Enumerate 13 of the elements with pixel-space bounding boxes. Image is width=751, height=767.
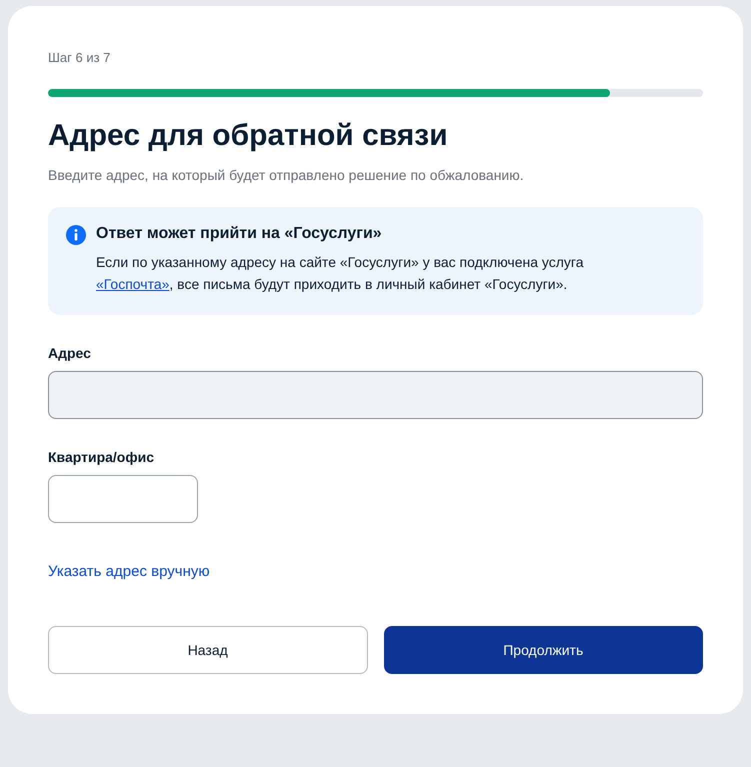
field-label: Адрес (48, 345, 92, 361)
apartment-field[interactable] (48, 475, 198, 523)
back-button[interactable]: Назад (48, 626, 368, 674)
continue-button[interactable]: Продолжить (384, 626, 703, 674)
info-icon (66, 225, 86, 245)
manual-address-link[interactable]: Указать адрес вручную (48, 563, 210, 580)
field-label: Квартира/офис (48, 449, 156, 465)
step-counter: Шаг 6 из 7 (48, 50, 112, 65)
page-title: Адрес для обратной связи (48, 119, 449, 153)
gospochta-link[interactable]: «Госпочта» (96, 276, 170, 292)
page-subtitle: Введите адрес, на который будет отправлено решение по обжалованию. (48, 167, 525, 183)
notice-text: Если по указанному адресу на сайте «Госуслуги» у вас подключена услуга «Госпочта», все письма будут приходить в личный кабинет «Госуслуги». (96, 253, 584, 294)
notice-title: Ответ может прийти на «Госуслуги» (96, 225, 383, 243)
